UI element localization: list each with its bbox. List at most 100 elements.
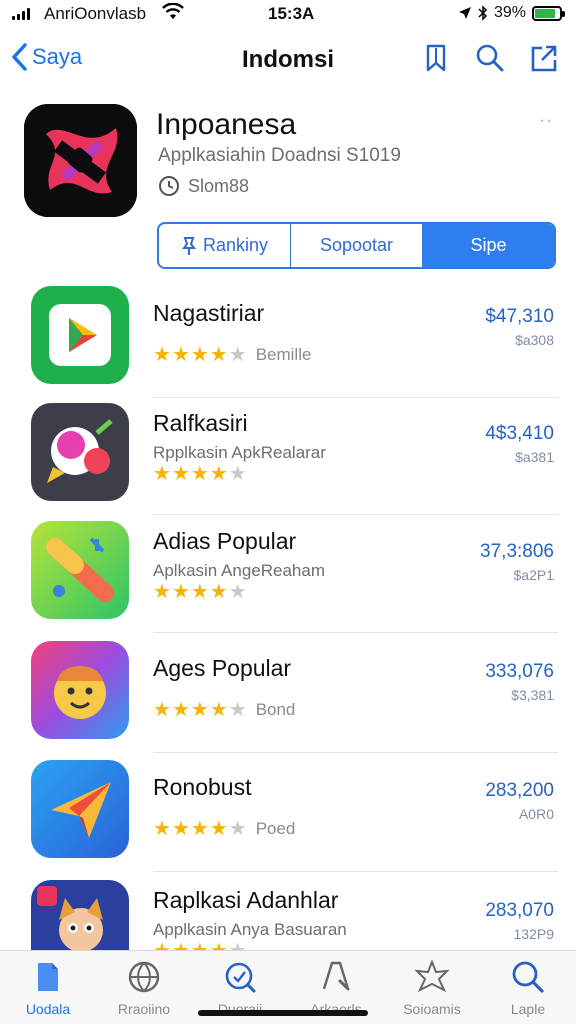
more-dots[interactable]: ·· — [539, 112, 554, 130]
app-list-row[interactable]: Nagastiriar ★ ★ ★ ★ ★ Bemille $47,310 $a308 — [0, 278, 576, 398]
star-icon: ★ — [171, 581, 190, 603]
document-icon — [30, 959, 66, 995]
price-secondary: A0R0 — [518, 806, 554, 822]
app-subtitle: Aplkasin AngeReaham — [153, 561, 326, 580]
star-icon: ★ — [171, 699, 190, 721]
star-icon: ★ — [209, 344, 228, 366]
star-icon: ★ — [190, 699, 209, 721]
app-list-row[interactable]: Ages Popular ★ ★ ★ ★ ★ Bond 333,076 $3,381 — [0, 633, 576, 753]
star-icon: ★ — [228, 344, 247, 366]
star-icon: ★ — [190, 344, 209, 366]
battery-icon — [532, 5, 565, 21]
star-icon: ★ — [228, 581, 247, 603]
app-list-row[interactable]: Ronobust ★ ★ ★ ★ ★ Poed 283,200 A0R0 — [0, 752, 576, 872]
star-rating: ★★★★★ — [153, 579, 256, 604]
star-icon: ★ — [153, 344, 171, 366]
price: 283,200 — [485, 780, 554, 801]
paper-plane-icon — [31, 760, 129, 858]
star-rating: ★★★★★ — [153, 461, 256, 486]
app-list-row[interactable]: Adias Popular Aplkasin AngeReaham ★ ★ ★ ★ ★ … — [0, 513, 576, 633]
star-icon: ★ — [209, 699, 228, 721]
price: 283,070 — [485, 900, 554, 921]
search-icon[interactable] — [474, 42, 506, 74]
star-icon: ★ — [153, 463, 171, 485]
app-name: Adias Popular — [153, 528, 297, 554]
star-icon: ★ — [153, 818, 171, 840]
app-name: Raplkasi Adanhlar — [153, 887, 339, 913]
share-icon[interactable] — [528, 42, 560, 74]
segmented-control: Rankiny Sopootar Sipe — [157, 222, 556, 269]
tab-2[interactable]: Rraoiino — [96, 951, 192, 1024]
status-bar: AnriOonvlasb 15:3A 39% — [0, 0, 576, 30]
star-icon: ★ — [153, 699, 171, 721]
star-icon: ★ — [190, 818, 209, 840]
app-name: Nagastiriar — [153, 300, 265, 326]
app-meta: Slom88 — [158, 175, 249, 197]
star-icon: ★ — [228, 699, 247, 721]
app-subtitle: Applkasin Anya Basuaran — [153, 920, 347, 939]
app-subtitle: Rpplkasin ApkRealarar — [153, 443, 326, 462]
rating-label: Bond — [255, 699, 296, 719]
price-secondary: $3,381 — [511, 687, 554, 703]
app-icon[interactable] — [24, 104, 137, 217]
price-secondary: $a2P1 — [513, 567, 554, 583]
price-secondary: 132P9 — [513, 926, 554, 942]
carrier-name: AnriOonvlasb — [44, 4, 147, 23]
rating-label: Poed — [255, 818, 296, 838]
star-rating: ★ ★ ★ ★ ★ Bond — [153, 697, 295, 722]
segment-ranking-label: Rankiny — [202, 235, 269, 255]
refresh-search-icon — [222, 959, 258, 995]
app-subtitle: Applkasiahin Doadnsi S1019 — [158, 145, 401, 166]
app-list-row[interactable]: Ralfkasiri Rpplkasin ApkRealarar ★ ★ ★ ★ ★ 4… — [0, 395, 576, 515]
tab-label: Soioamis — [403, 1001, 461, 1017]
globe-icon — [126, 959, 162, 995]
price: 333,076 — [485, 661, 554, 682]
wifi-icon — [162, 3, 184, 19]
app-name: Ralfkasiri — [153, 410, 248, 436]
app-meta-text: Slom88 — [188, 175, 250, 196]
chat-bubble-icon — [31, 403, 129, 501]
price: 37,3:806 — [480, 541, 554, 562]
tab-label: Laple — [510, 1001, 546, 1017]
tab-label: Uodala — [25, 1001, 71, 1017]
play-store-icon — [31, 286, 129, 384]
star-rating: ★ ★ ★ ★ ★ Poed — [153, 816, 295, 841]
tab-6[interactable]: Laple — [480, 951, 576, 1024]
rating-label: Bemille — [255, 344, 312, 364]
star-burst-icon — [414, 959, 450, 995]
app-title: Inpoanesa — [156, 108, 297, 141]
tab-5[interactable]: Soioamis — [384, 951, 480, 1024]
app-name: Ages Popular — [153, 655, 292, 681]
smiley-face-icon — [31, 641, 129, 739]
price-secondary: $a308 — [515, 332, 554, 348]
star-icon: ★ — [209, 463, 228, 485]
location-arrow-icon — [458, 7, 471, 19]
magnifier-icon — [510, 959, 546, 995]
tab-label: Rraoiino — [117, 1001, 171, 1017]
star-icon: ★ — [209, 818, 228, 840]
pin-icon — [181, 236, 196, 255]
segment-selected-label: Sipe — [470, 235, 507, 255]
segment-ranking[interactable]: Rankiny — [159, 224, 291, 267]
clock: 15:3A — [268, 4, 315, 23]
clock-icon — [159, 176, 179, 196]
star-icon: ★ — [190, 581, 209, 603]
star-icon: ★ — [171, 818, 190, 840]
bluetooth-icon — [478, 5, 488, 21]
star-icon: ★ — [171, 463, 190, 485]
tab-1[interactable]: Uodala — [0, 951, 96, 1024]
price-secondary: $a381 — [515, 449, 554, 465]
star-icon: ★ — [153, 581, 171, 603]
segment-selected[interactable]: Sipe — [423, 224, 554, 267]
star-rating: ★ ★ ★ ★ ★ Bemille — [153, 342, 311, 367]
star-icon: ★ — [228, 818, 247, 840]
price: $47,310 — [485, 306, 554, 327]
bookmark-icon[interactable] — [420, 42, 452, 74]
star-icon: ★ — [190, 463, 209, 485]
segment-popular[interactable]: Sopootar — [291, 224, 423, 267]
home-indicator — [198, 1010, 368, 1016]
star-icon: ★ — [228, 463, 247, 485]
signal-icon — [12, 8, 34, 20]
star-icon: ★ — [209, 581, 228, 603]
price: 4$3,410 — [485, 423, 554, 444]
